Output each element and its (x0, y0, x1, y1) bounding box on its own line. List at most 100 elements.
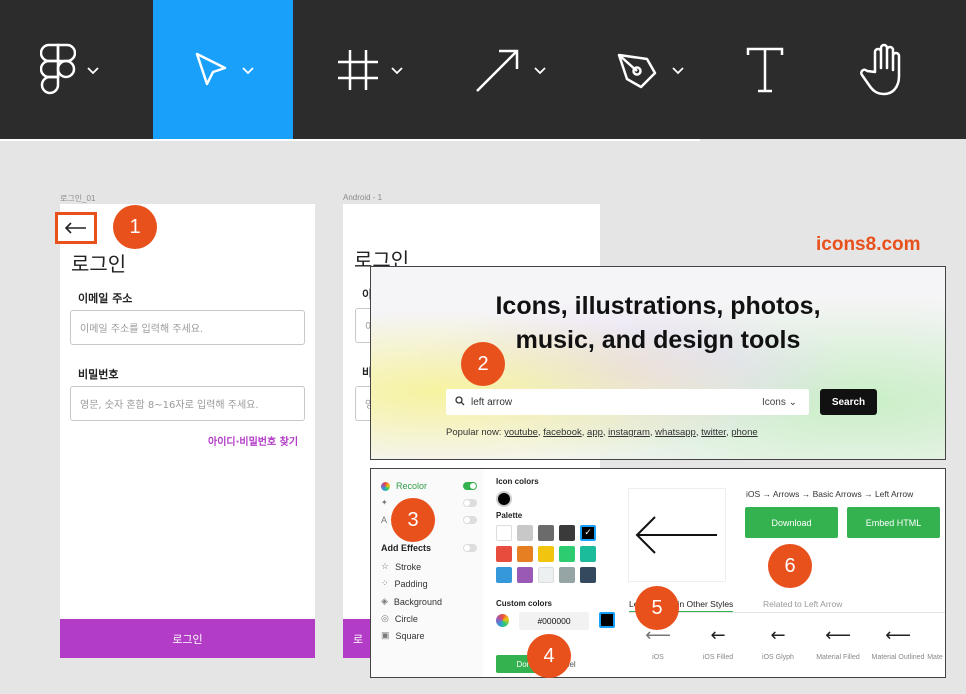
cursor-arrow-icon (195, 52, 227, 85)
search-button[interactable]: Search (820, 389, 877, 415)
style-option[interactable]: ⟵ Material Outlined (869, 619, 927, 675)
style-option[interactable]: ⟵ Material Filled (809, 619, 867, 675)
palette-swatch[interactable] (496, 567, 512, 583)
popular-link[interactable]: whatsapp (655, 427, 696, 438)
chevron-down-icon (534, 66, 546, 74)
palette-swatch[interactable] (580, 546, 596, 562)
effects-toggle[interactable] (463, 544, 477, 552)
style-option[interactable]: ← iOS Glyph (749, 619, 807, 675)
frame-tool[interactable] (300, 0, 440, 139)
text-a-icon: A (381, 515, 388, 525)
sidebar-item-animate[interactable]: ✦ (381, 498, 388, 507)
download-button[interactable]: Download (745, 507, 838, 538)
sidebar-item-label: Background (393, 596, 442, 607)
color-wheel-icon[interactable] (496, 614, 509, 627)
line-arrow-tool[interactable] (440, 0, 580, 139)
text-toggle[interactable] (463, 516, 477, 524)
login-title: 로그인 (71, 252, 127, 276)
editor-sidebar: Recolor ✦ A Add Effects ☆ Stroke ⁘ Paddi… (371, 469, 483, 677)
frame-label-login01[interactable]: 로그인_01 (60, 193, 95, 204)
palette-swatch[interactable] (517, 546, 533, 562)
left-arrow-icon: ← (710, 625, 726, 646)
sidebar-item-label: Recolor (396, 481, 428, 491)
move-tool[interactable] (153, 0, 293, 139)
login-button[interactable]: 로그인 (60, 619, 315, 658)
circle-icon: ◎ (381, 613, 389, 623)
hand-icon (860, 43, 901, 95)
sidebar-item-text[interactable]: A (381, 515, 387, 525)
palette-swatch[interactable] (538, 546, 554, 562)
chevron-down-icon (87, 66, 99, 74)
icons8-brand-label: icons8.com (816, 234, 921, 255)
palette-swatch[interactable] (496, 546, 512, 562)
current-icon-color[interactable] (496, 491, 512, 507)
sidebar-item-square[interactable]: ▣ Square (381, 630, 425, 641)
custom-colors-title: Custom colors (496, 599, 553, 608)
palette-swatch[interactable]: ✓ (580, 525, 596, 541)
frame-login-01[interactable]: 로그인 이메일 주소 이메일 주소를 입력해 주세요. 비밀번호 영문, 숫자 … (60, 204, 315, 658)
sidebar-item-circle[interactable]: ◎ Circle (381, 613, 418, 624)
palette-swatch[interactable] (580, 567, 596, 583)
step-badge-3: 3 (391, 498, 435, 542)
star-icon: ☆ (381, 561, 390, 571)
hex-color-input[interactable]: #000000 (519, 612, 589, 630)
step-badge-1: 1 (113, 205, 157, 249)
icons8-editor-panel: Recolor ✦ A Add Effects ☆ Stroke ⁘ Paddi… (370, 468, 946, 678)
custom-color-swatch[interactable] (599, 612, 615, 628)
search-type-dropdown[interactable]: Icons ⌄ (762, 397, 797, 408)
left-arrow-icon: ← (770, 625, 786, 646)
sidebar-item-stroke[interactable]: ☆ Stroke (381, 561, 421, 572)
frame-label-android1[interactable]: Android - 1 (343, 193, 382, 202)
palette-swatch[interactable] (517, 525, 533, 541)
palette-swatch[interactable] (538, 525, 554, 541)
style-option[interactable]: ← Mate (925, 619, 945, 675)
popular-link[interactable]: facebook (543, 427, 582, 438)
style-label: Material Filled (816, 654, 860, 661)
sidebar-item-label: Square (395, 630, 425, 641)
popular-link[interactable]: youtube (504, 427, 538, 438)
recolor-toggle[interactable] (463, 482, 477, 490)
text-tool[interactable] (695, 0, 835, 139)
palette-swatch[interactable] (517, 567, 533, 583)
left-arrow-icon: ⟵ (825, 625, 851, 646)
search-input[interactable]: left arrow Icons ⌄ (446, 389, 809, 415)
palette-swatch[interactable] (559, 525, 575, 541)
palette-swatch[interactable] (559, 546, 575, 562)
password-field[interactable]: 영문, 숫자 혼합 8~16자로 입력해 주세요. (70, 386, 305, 421)
style-option[interactable]: ← iOS Filled (689, 619, 747, 675)
figma-menu-tool[interactable] (0, 0, 140, 139)
frame-hash-icon (338, 49, 378, 90)
android-login-button[interactable]: 로 (343, 619, 373, 658)
breadcrumb[interactable]: iOS → Arrows → Basic Arrows → Left Arrow (746, 489, 913, 499)
popular-link[interactable]: twitter (701, 427, 726, 438)
palette-swatch[interactable] (559, 567, 575, 583)
sidebar-item-recolor[interactable]: Recolor (381, 481, 427, 491)
animate-toggle[interactable] (463, 499, 477, 507)
tab-label-right: n in Other Styles (670, 599, 734, 609)
popular-link[interactable]: phone (731, 427, 757, 438)
sidebar-item-background[interactable]: ◈ Background (381, 596, 442, 607)
palette-swatch[interactable] (496, 525, 512, 541)
step-badge-2: 2 (461, 342, 505, 386)
hero-title-line2: music, and design tools (515, 326, 801, 354)
search-icon (455, 395, 465, 409)
chevron-down-icon (242, 66, 254, 74)
back-button[interactable] (55, 212, 97, 244)
palette-swatch[interactable] (538, 567, 554, 583)
sidebar-item-padding[interactable]: ⁘ Padding (381, 578, 428, 589)
step-badge-6: 6 (768, 544, 812, 588)
left-arrow-icon (65, 222, 86, 234)
embed-html-button[interactable]: Embed HTML (847, 507, 940, 538)
popular-link[interactable]: instagram (608, 427, 650, 438)
padding-icon: ⁘ (381, 578, 389, 588)
tab-related[interactable]: Related to Left Arrow (763, 599, 842, 609)
popular-link[interactable]: app (587, 427, 603, 438)
step-badge-4: 4 (527, 634, 571, 678)
hand-tool[interactable] (815, 0, 955, 139)
icons8-hero-panel: Icons, illustrations, photos, music, and… (370, 266, 946, 460)
large-left-arrow-icon (635, 516, 717, 554)
popular-searches: Popular now: youtube, facebook, app, ins… (446, 427, 758, 438)
palette-title: Palette (496, 511, 523, 520)
email-field[interactable]: 이메일 주소를 입력해 주세요. (70, 310, 305, 345)
find-id-password-link[interactable]: 아이디·비밀번호 찾기 (208, 433, 298, 448)
